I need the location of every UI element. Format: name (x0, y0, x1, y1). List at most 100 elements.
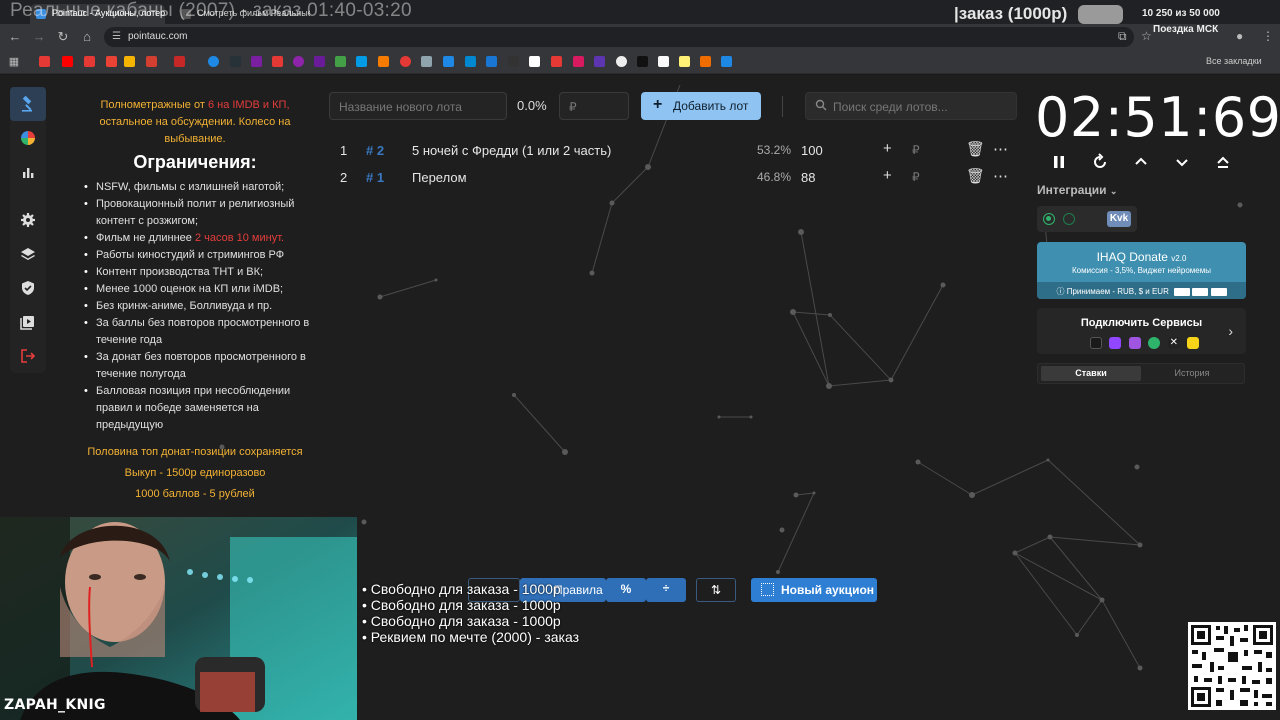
bookmark-icon[interactable] (679, 56, 690, 67)
bookmark-icon[interactable] (272, 56, 283, 67)
connect-services-card[interactable]: Подключить Сервисы ✕ › (1037, 308, 1246, 354)
bookmark-icon[interactable] (335, 56, 346, 67)
bookmark-icon[interactable] (465, 56, 476, 67)
vk-integration-icon[interactable]: Kvk (1107, 211, 1131, 227)
stream-title-overlay: Реальные кабаны (2007) - заказ 01:40-03:… (10, 0, 412, 21)
bookmark-icon[interactable] (508, 56, 519, 67)
screen: Pointauc - Аукционы, лотереи Смотреть фи… (0, 0, 1280, 720)
bookmark-icon[interactable] (529, 56, 540, 67)
tab-history[interactable]: История (1142, 364, 1242, 383)
add-amount-icon[interactable]: + (883, 140, 892, 157)
url-field[interactable]: ☰ pointauc.com (104, 27, 1134, 47)
sidebar-item-media[interactable] (10, 305, 46, 339)
translate-icon[interactable]: ⧉ (1118, 29, 1127, 44)
youtube-bookmark-icon[interactable] (62, 56, 73, 67)
bookmark-icon[interactable] (146, 56, 157, 67)
bookmark-icon[interactable] (356, 56, 367, 67)
lot-index: 2 (340, 170, 348, 185)
bookmark-icon[interactable] (637, 56, 648, 67)
reload-icon[interactable]: ↻ (55, 29, 71, 45)
bookmark-icon[interactable] (208, 56, 219, 67)
select-all-icon (761, 583, 774, 596)
bookmark-icon[interactable] (573, 56, 584, 67)
bookmark-icon[interactable] (378, 56, 389, 67)
bookmark-icon[interactable] (700, 56, 711, 67)
bookmark-icon[interactable] (230, 56, 241, 67)
lot-name[interactable]: Перелом (412, 170, 467, 185)
double-chevron-up-icon[interactable] (1214, 153, 1232, 171)
gavel-icon (22, 96, 32, 112)
bookmark-icon[interactable] (594, 56, 605, 67)
mastercard-icon (1210, 287, 1227, 296)
lot-name[interactable]: 5 ночей с Фредди (1 или 2 часть) (412, 143, 611, 158)
donationalerts-icon (1090, 336, 1102, 349)
integrations-box: Kvk (1037, 206, 1137, 232)
bookmark-icon[interactable] (174, 56, 185, 67)
integration-status-on-icon[interactable] (1043, 213, 1055, 225)
chevron-down-icon: ⌄ (1109, 186, 1118, 196)
all-bookmarks-link[interactable]: Все закладки (1206, 56, 1262, 66)
add-amount-icon[interactable]: + (883, 167, 892, 184)
sidebar-item-layers[interactable] (10, 237, 46, 271)
gmail-bookmark-icon[interactable] (106, 56, 117, 67)
bookmark-star-icon[interactable]: ☆ (1141, 29, 1152, 43)
bookmark-icon[interactable] (421, 56, 432, 67)
bookmark-icon[interactable] (616, 56, 627, 67)
shield-icon (22, 281, 34, 295)
sort-icon[interactable]: ⇅ (696, 578, 736, 602)
sidebar-item-security[interactable] (10, 271, 46, 305)
auction-timer: 02:51:69 (1035, 86, 1280, 149)
sidebar-item-stats[interactable] (10, 155, 46, 189)
more-icon[interactable]: ⋯ (993, 167, 1008, 185)
reset-icon[interactable] (1091, 153, 1109, 171)
new-lot-name-input[interactable]: Название нового лота (329, 92, 507, 120)
bookmark-icon[interactable] (39, 56, 50, 67)
order-label: |заказ (1000р) (954, 4, 1068, 23)
add-lot-button[interactable]: + Добавить лот (641, 92, 761, 120)
bookmark-icon[interactable] (400, 56, 411, 67)
apps-grid-icon[interactable]: ▦ (6, 54, 22, 70)
divide-icon[interactable]: ÷ (646, 578, 686, 602)
bookmark-icon[interactable] (314, 56, 325, 67)
pause-icon[interactable] (1050, 153, 1068, 171)
chevron-up-icon[interactable] (1132, 153, 1150, 171)
webcam-image (0, 517, 357, 720)
bookmark-icon[interactable] (658, 56, 669, 67)
bookmark-icon[interactable] (124, 56, 135, 67)
donate-widget[interactable]: IHAQ Donate v2.0 Комиссия - 3,5%, Виджет… (1037, 242, 1246, 299)
sidebar-item-logout[interactable] (10, 339, 46, 373)
lot-amount[interactable]: 88 (801, 170, 815, 185)
home-icon[interactable]: ⌂ (79, 29, 95, 45)
lot-amount-input[interactable]: ₽ (559, 92, 629, 120)
sidebar-item-auction[interactable] (10, 87, 46, 121)
forward-icon[interactable]: → (31, 29, 47, 45)
bookmark-icon[interactable] (84, 56, 95, 67)
delete-icon[interactable]: 🗑 (966, 167, 985, 185)
sidebar-item-wheel[interactable] (10, 121, 46, 155)
chevron-down-icon[interactable] (1173, 153, 1191, 171)
goal-name: Поездка МСК (1153, 24, 1219, 35)
percent-toggle-icon[interactable]: % (606, 578, 646, 602)
rule-item: Менее 1000 оценок на КП или iMDB; (84, 281, 312, 298)
profile-icon[interactable]: ● (1236, 29, 1243, 43)
new-auction-button[interactable]: Новый аукцион (751, 578, 877, 602)
back-icon[interactable]: ← (7, 29, 23, 45)
site-info-icon[interactable]: ☰ (112, 31, 121, 42)
bookmark-icon[interactable] (251, 56, 262, 67)
search-lots-input[interactable]: Поиск среди лотов... (805, 92, 1017, 120)
menu-icon[interactable]: ⋮ (1262, 29, 1274, 43)
bookmark-icon[interactable] (293, 56, 304, 67)
vk-bookmark-icon[interactable] (486, 56, 497, 67)
goal-progress-pill (1078, 5, 1123, 24)
bookmark-icon[interactable] (443, 56, 454, 67)
search-icon (815, 99, 827, 111)
tab-bids[interactable]: Ставки (1041, 366, 1141, 381)
sidebar-item-settings[interactable] (10, 203, 46, 237)
integration-status-off-icon[interactable] (1063, 213, 1075, 225)
integrations-toggle[interactable]: Интеграции ⌄ (1037, 183, 1117, 197)
lot-amount[interactable]: 100 (801, 143, 823, 158)
bookmark-icon[interactable] (551, 56, 562, 67)
delete-icon[interactable]: 🗑 (966, 140, 985, 158)
bookmark-icon[interactable] (721, 56, 732, 67)
more-icon[interactable]: ⋯ (993, 140, 1008, 158)
